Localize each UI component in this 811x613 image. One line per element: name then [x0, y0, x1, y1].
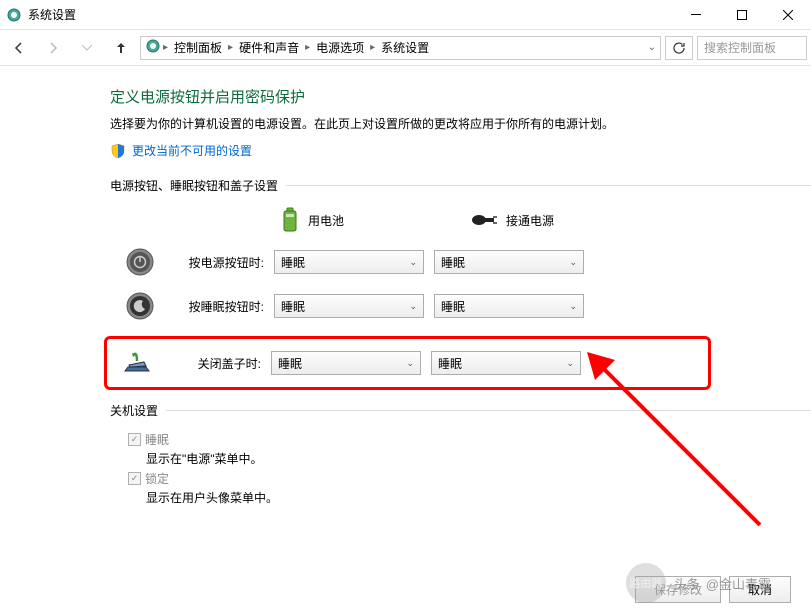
- power-button-icon: [126, 248, 154, 276]
- sleep-button-battery-dropdown[interactable]: 睡眠 ⌄: [274, 294, 424, 318]
- dropdown-value: 睡眠: [281, 254, 305, 271]
- sleep-button-icon: [126, 292, 154, 320]
- window-icon: [6, 7, 22, 23]
- search-placeholder: 搜索控制面板: [704, 39, 776, 56]
- power-button-plugged-dropdown[interactable]: 睡眠 ⌄: [434, 250, 584, 274]
- breadcrumb-root-icon[interactable]: [145, 38, 161, 57]
- content-area: 定义电源按钮并启用密码保护 选择要为你的计算机设置的电源设置。在此页上对设置所做…: [0, 66, 811, 506]
- search-input[interactable]: 搜索控制面板: [697, 36, 807, 60]
- window-title: 系统设置: [28, 6, 673, 23]
- lid-close-plugged-dropdown[interactable]: 睡眠 ⌄: [431, 351, 581, 375]
- power-button-label: 按电源按钮时:: [164, 254, 274, 271]
- sleep-checkbox-item: ✓ 睡眠 显示在"电源"菜单中。: [128, 431, 811, 467]
- lid-close-label: 关闭盖子时:: [161, 355, 271, 372]
- forward-button[interactable]: [38, 34, 68, 62]
- dropdown-value: 睡眠: [441, 298, 465, 315]
- sleep-button-row: 按睡眠按钮时: 睡眠 ⌄ 睡眠 ⌄: [110, 292, 811, 320]
- power-button-row: 按电源按钮时: 睡眠 ⌄ 睡眠 ⌄: [110, 248, 811, 276]
- refresh-button[interactable]: [665, 36, 693, 60]
- divider: [286, 185, 811, 186]
- dropdown-value: 睡眠: [278, 355, 302, 372]
- lock-checkbox-desc: 显示在用户头像菜单中。: [128, 489, 811, 506]
- battery-column-header: 用电池: [280, 206, 430, 234]
- plug-icon: [470, 213, 498, 227]
- breadcrumb-item[interactable]: 控制面板: [170, 37, 226, 58]
- window-controls: [673, 0, 811, 30]
- lock-checkbox-item: ✓ 锁定 显示在用户头像菜单中。: [128, 470, 811, 506]
- lock-checkbox[interactable]: ✓: [128, 472, 141, 485]
- chevron-down-icon: ⌄: [409, 301, 417, 312]
- chevron-down-icon: ⌄: [569, 301, 577, 312]
- battery-icon: [280, 206, 300, 234]
- navigation-bar: ▸ 控制面板 ▸ 硬件和声音 ▸ 电源选项 ▸ 系统设置 ⌄ 搜索控制面板: [0, 30, 811, 66]
- breadcrumb-item[interactable]: 硬件和声音: [235, 37, 303, 58]
- dropdown-value: 睡眠: [438, 355, 462, 372]
- page-title: 定义电源按钮并启用密码保护: [110, 86, 811, 107]
- recent-dropdown-icon[interactable]: [72, 34, 102, 62]
- shield-icon: [110, 143, 126, 159]
- sleep-checkbox-desc: 显示在"电源"菜单中。: [128, 450, 811, 467]
- chevron-down-icon: ⌄: [409, 257, 417, 268]
- maximize-button[interactable]: [719, 0, 765, 30]
- watermark: 路由器 头条 @金山毒霸: [626, 563, 771, 603]
- laptop-lid-icon: [123, 349, 151, 377]
- watermark-badge-icon: 路由器: [626, 563, 666, 603]
- sleep-checkbox[interactable]: ✓: [128, 433, 141, 446]
- watermark-prefix: 头条: [674, 574, 700, 593]
- breadcrumb-item[interactable]: 系统设置: [377, 37, 433, 58]
- chevron-down-icon[interactable]: ⌄: [648, 42, 656, 53]
- chevron-down-icon: ⌄: [406, 358, 414, 369]
- chevron-down-icon: ⌄: [566, 358, 574, 369]
- battery-column-label: 用电池: [308, 212, 344, 229]
- sleep-button-label: 按睡眠按钮时:: [164, 298, 274, 315]
- close-button[interactable]: [765, 0, 811, 30]
- section-title-shutdown: 关机设置: [110, 402, 158, 419]
- divider: [166, 410, 811, 411]
- chevron-right-icon: ▸: [305, 42, 310, 53]
- breadcrumb[interactable]: ▸ 控制面板 ▸ 硬件和声音 ▸ 电源选项 ▸ 系统设置 ⌄: [140, 36, 661, 60]
- back-button[interactable]: [4, 34, 34, 62]
- plugged-column-header: 接通电源: [470, 206, 620, 234]
- chevron-right-icon: ▸: [370, 42, 375, 53]
- lock-checkbox-label: 锁定: [145, 470, 169, 487]
- column-headers: 用电池 接通电源: [110, 206, 811, 234]
- admin-settings-link[interactable]: 更改当前不可用的设置: [110, 142, 811, 159]
- dropdown-value: 睡眠: [441, 254, 465, 271]
- plugged-column-label: 接通电源: [506, 212, 554, 229]
- window-titlebar: 系统设置: [0, 0, 811, 30]
- sleep-checkbox-label: 睡眠: [145, 431, 169, 448]
- shutdown-settings: ✓ 睡眠 显示在"电源"菜单中。 ✓ 锁定 显示在用户头像菜单中。: [110, 431, 811, 506]
- up-button[interactable]: [106, 34, 136, 62]
- chevron-right-icon: ▸: [163, 42, 168, 53]
- sleep-button-plugged-dropdown[interactable]: 睡眠 ⌄: [434, 294, 584, 318]
- lid-close-row: 关闭盖子时: 睡眠 ⌄ 睡眠 ⌄: [104, 336, 711, 390]
- watermark-text: @金山毒霸: [706, 574, 771, 593]
- breadcrumb-item[interactable]: 电源选项: [312, 37, 368, 58]
- minimize-button[interactable]: [673, 0, 719, 30]
- section-title-buttons: 电源按钮、睡眠按钮和盖子设置: [110, 177, 278, 194]
- admin-link-text[interactable]: 更改当前不可用的设置: [132, 142, 252, 159]
- dropdown-value: 睡眠: [281, 298, 305, 315]
- chevron-right-icon: ▸: [228, 42, 233, 53]
- power-button-battery-dropdown[interactable]: 睡眠 ⌄: [274, 250, 424, 274]
- chevron-down-icon: ⌄: [569, 257, 577, 268]
- page-description: 选择要为你的计算机设置的电源设置。在此页上对设置所做的更改将应用于你所有的电源计…: [110, 115, 811, 132]
- lid-close-battery-dropdown[interactable]: 睡眠 ⌄: [271, 351, 421, 375]
